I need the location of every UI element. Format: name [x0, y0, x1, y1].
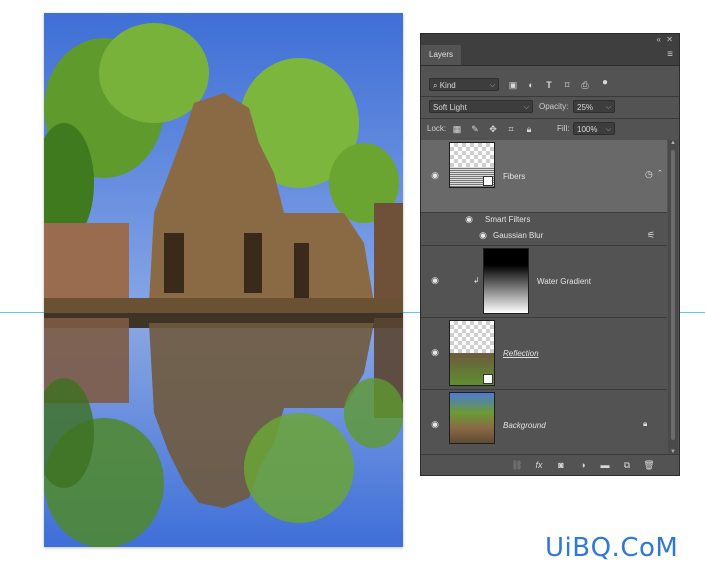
trash-icon[interactable]: 🗑︎ [643, 459, 655, 471]
scrollbar-thumb[interactable] [671, 150, 675, 440]
layer-reflection[interactable]: ◉ Reflection [421, 317, 667, 390]
smart-filters-row[interactable]: ◉ Smart Filters [421, 212, 667, 228]
blend-row: Soft Light ⌵ Opacity: 25% ⌵ [421, 98, 679, 116]
opacity-label: Opacity: [539, 102, 569, 111]
opacity-value: 25% [577, 103, 594, 112]
new-layer-icon[interactable]: ⧉ [621, 459, 633, 471]
smart-filters-label: Smart Filters [485, 215, 531, 224]
layers-list: ◉ Fibers ◷ ⌃ ◉ Smart Filters ◉ Gaussian … [421, 140, 667, 455]
eye-icon[interactable]: ◉ [429, 170, 441, 182]
search-icon: ⌕ [433, 81, 438, 90]
panel-menu-icon[interactable]: ≡ [667, 49, 673, 60]
panel-footer: ⛓ fx ◙ ◑ ▬ ⧉ 🗑︎ [421, 454, 679, 475]
lock-image-icon[interactable]: ✎ [469, 123, 481, 135]
layer-thumbnail [449, 142, 495, 188]
lock-row: Lock: ▦ ✎ ✥ ⌗ 🔒︎ Fill: 100% ⌵ [421, 120, 679, 138]
filter-toggle-icon[interactable]: ● [599, 77, 611, 89]
lock-position-icon[interactable]: ✥ [487, 123, 499, 135]
eye-icon[interactable]: ◉ [429, 419, 441, 431]
blend-mode-dropdown[interactable]: Soft Light ⌵ [429, 100, 533, 113]
fill-label: Fill: [557, 124, 570, 133]
document-canvas[interactable] [44, 13, 403, 547]
chevron-down-icon: ⌵ [605, 104, 611, 111]
filter-name: Gaussian Blur [493, 231, 544, 240]
lock-icon: 🔒︎ [643, 419, 648, 428]
shape-filter-icon[interactable]: ⌑ [561, 79, 573, 91]
smart-object-badge-icon [483, 374, 493, 384]
link-icon[interactable]: ⛓ [511, 459, 523, 471]
lock-label: Lock: [427, 124, 447, 133]
layer-name[interactable]: Water Gradient [537, 277, 591, 286]
fx-icon[interactable]: fx [533, 459, 545, 471]
smart-filter-indicator-icon[interactable]: ◷ [645, 169, 653, 180]
folder-icon[interactable]: ▬ [599, 459, 611, 471]
lock-all-icon[interactable]: 🔒︎ [523, 123, 535, 135]
chevron-up-icon[interactable]: ▲ [670, 140, 676, 146]
filter-options-icon[interactable]: ⚟ [647, 230, 655, 241]
layer-water-gradient[interactable]: ◉ ↲ Water Gradient [421, 245, 667, 318]
mask-icon[interactable]: ◙ [555, 459, 567, 471]
clipping-mask-icon: ↲ [473, 276, 480, 285]
layer-mask-thumbnail [483, 248, 529, 314]
layer-name[interactable]: Fibers [503, 172, 525, 181]
layer-background[interactable]: ◉ Background 🔒︎ [421, 389, 667, 461]
panel-titlebar: « ✕ [421, 34, 679, 45]
divider [421, 118, 679, 119]
chevron-up-icon[interactable]: ⌃ [657, 169, 663, 177]
smart-object-filter-icon[interactable]: ⎙ [579, 79, 591, 91]
lock-transparent-icon[interactable]: ▦ [451, 123, 463, 135]
watermark: UiBQ.CoM [545, 533, 679, 563]
double-chevron-icon[interactable]: « [657, 34, 661, 45]
chevron-down-icon: ⌵ [489, 82, 495, 89]
gaussian-blur-row[interactable]: ◉ Gaussian Blur ⚟ [421, 228, 667, 246]
scrollbar[interactable]: ▲ ▼ [668, 140, 678, 455]
fill-value: 100% [577, 125, 598, 134]
lock-artboard-icon[interactable]: ⌗ [505, 123, 517, 135]
eye-icon[interactable]: ◉ [463, 214, 475, 226]
eye-icon[interactable]: ◉ [429, 347, 441, 359]
kind-filter-label: Kind [439, 81, 456, 90]
tab-layers[interactable]: Layers [421, 45, 462, 65]
panel-tabs: Layers ≡ [421, 45, 679, 66]
adjustment-filter-icon[interactable]: ◐ [525, 79, 537, 91]
type-filter-icon[interactable]: T [543, 79, 555, 91]
adjustment-icon[interactable]: ◑ [577, 459, 589, 471]
smart-object-badge-icon [483, 176, 493, 186]
blend-mode-value: Soft Light [433, 103, 467, 112]
filter-row: ⌕ Kind ⌵ ▣ ◐ T ⌑ ⎙ ● [421, 76, 679, 94]
chevron-down-icon: ⌵ [523, 104, 529, 111]
fill-field[interactable]: 100% ⌵ [573, 122, 615, 135]
close-icon[interactable]: ✕ [666, 34, 673, 45]
layer-name[interactable]: Reflection [503, 349, 539, 358]
kind-filter-dropdown[interactable]: ⌕ Kind ⌵ [429, 78, 499, 91]
divider [421, 96, 679, 97]
chevron-down-icon: ⌵ [605, 126, 611, 133]
layer-thumbnail [449, 392, 495, 444]
opacity-field[interactable]: 25% ⌵ [573, 100, 615, 113]
eye-icon[interactable]: ◉ [429, 275, 441, 287]
pixel-filter-icon[interactable]: ▣ [507, 79, 519, 91]
layers-panel: « ✕ Layers ≡ ⌕ Kind ⌵ ▣ ◐ T ⌑ ⎙ ● Soft L… [420, 33, 680, 476]
layer-name[interactable]: Background [503, 421, 546, 430]
eye-icon[interactable]: ◉ [477, 230, 489, 242]
layer-thumbnail [449, 320, 495, 386]
temple-photo [44, 13, 403, 547]
layer-fibers[interactable]: ◉ Fibers ◷ ⌃ [421, 140, 667, 213]
